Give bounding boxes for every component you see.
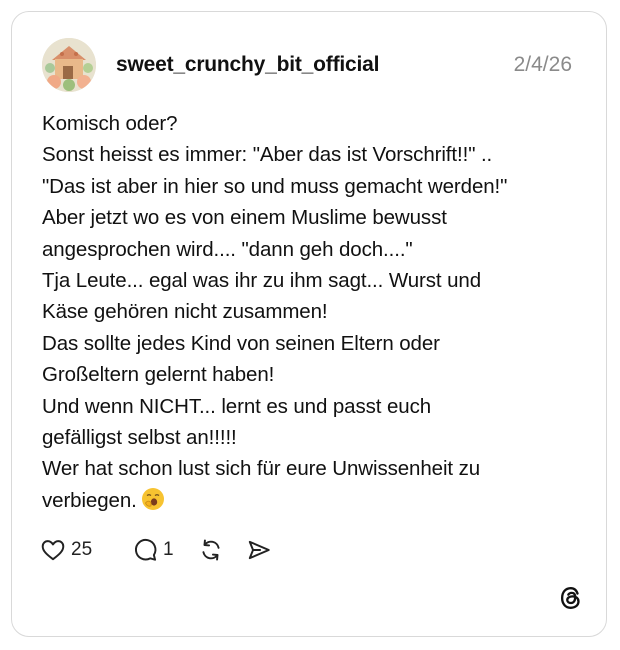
repost-button[interactable] (198, 536, 224, 564)
post-line: "Das ist aber in hier so und muss gemach… (42, 174, 508, 198)
share-send-icon (248, 540, 270, 560)
like-button[interactable]: 25 (40, 536, 92, 564)
avatar[interactable] (42, 38, 96, 92)
post-line: angesprochen wird.... "dann geh doch....… (42, 237, 413, 261)
post-actions: 25 1 (40, 536, 340, 564)
repost-icon (202, 539, 220, 561)
post-header: sweet_crunchy_bit_official 2/4/26 (42, 38, 572, 94)
reply-count: 1 (163, 539, 174, 560)
reply-button[interactable]: 1 (132, 536, 174, 564)
post-line: Sonst heisst es immer: "Aber das ist Vor… (42, 143, 493, 167)
post-line: verbiegen. (42, 488, 137, 512)
threads-logo-icon (557, 584, 585, 612)
post-line: Das sollte jedes Kind von seinen Eltern … (42, 331, 440, 355)
post-line: Käse gehören nicht zusammen! (42, 300, 328, 324)
post-text: Komisch oder? Sonst heisst es immer: "Ab… (42, 108, 582, 520)
post-line: Tja Leute... egal was ihr zu ihm sagt...… (42, 269, 481, 293)
post-line: gefälligst selbst an!!!!! (42, 426, 237, 450)
post-line: Wer hat schon lust sich für eure Unwisse… (42, 457, 481, 481)
post-line: Komisch oder? (42, 112, 178, 135)
like-count: 25 (71, 539, 93, 560)
post-last-line: verbiegen. (42, 485, 582, 520)
post-line: Großeltern gelernt haben! (42, 363, 275, 387)
post-date: 2/4/26 (513, 53, 572, 76)
post-card: sweet_crunchy_bit_official 2/4/26 Komisc… (11, 11, 607, 637)
heart-icon (41, 540, 65, 561)
yawning-face-emoji (141, 487, 165, 520)
post-line: Und wenn NICHT... lernt es und passt euc… (42, 394, 432, 418)
avatar-illustration-icon (42, 38, 96, 92)
share-button[interactable] (246, 536, 272, 564)
post-line: Aber jetzt wo es von einem Muslime bewus… (42, 206, 447, 230)
username[interactable]: sweet_crunchy_bit_official (116, 53, 379, 77)
comment-icon (134, 538, 157, 561)
